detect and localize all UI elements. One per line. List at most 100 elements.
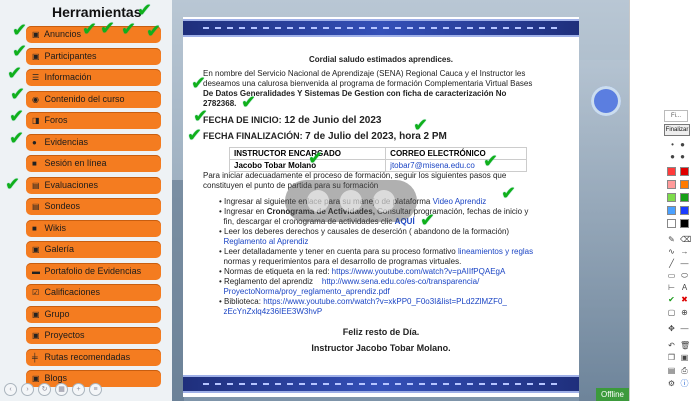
color-swatch[interactable] [667,180,676,189]
color-swatch[interactable] [680,167,689,176]
cross-tool-icon[interactable]: ✖ [680,295,689,304]
sidebar-item-label: Evaluaciones [44,180,99,190]
hline-icon[interactable]: — [680,324,689,333]
ellipse-icon[interactable]: ⬭ [680,271,689,280]
refresh-icon[interactable]: ↻ [38,383,51,396]
move-icon[interactable]: ✥ [667,324,676,333]
capture-icon[interactable]: ▣ [680,353,689,362]
checkmark-icon: ✔ [191,73,207,94]
play-icon[interactable] [340,190,362,212]
back-icon[interactable]: ‹ [4,383,17,396]
sidebar-item-rutas[interactable]: ╪ Rutas recomendadas [26,349,161,366]
color-swatch[interactable] [667,167,676,176]
info-icon[interactable]: ⓘ [680,379,689,388]
sidebar-item-wikis[interactable]: ■ Wikis [26,220,161,237]
sidebar-item-galeria[interactable]: ▣ Galería [26,241,161,258]
sidebar-item-sesion[interactable]: ■ Sesión en línea [26,155,161,172]
closing-line: Feliz resto de Día. [342,327,420,337]
sidebar-item-portafolio[interactable]: ▬ Portafolio de Evidencias [26,263,161,280]
sidebar-item-evidencias[interactable]: ● Evidencias [26,134,161,151]
status-tab[interactable]: Offline [596,388,629,401]
eraser-icon[interactable]: ⌫ [680,235,691,244]
color-swatch[interactable] [680,219,689,228]
checkmark-icon: ✔ [100,18,116,39]
sidebar-item-proyectos[interactable]: ▣ Proyectos [26,327,161,344]
check-tool-icon[interactable]: ✔ [667,295,676,304]
reglamento-pdf-link[interactable]: ProyectoNorma/proy_reglamento_aprendiz.p… [223,287,389,296]
color-swatch[interactable] [680,180,689,189]
dot-small-icon[interactable]: ● [668,152,677,161]
netiquette-link[interactable]: https://www.youtube.com/watch?v=pAIIfPQA… [332,267,506,276]
gear-icon[interactable]: ⚙ [667,379,676,388]
sidebar-item-informacion[interactable]: ☰ Información [26,69,161,86]
bullet-text: Leer los deberes derechos y causales de … [224,227,510,236]
select-icon[interactable]: ▢ [667,308,676,317]
checklist-icon: ▤ [32,181,40,190]
video-aprendiz-link[interactable]: Video Aprendiz [433,197,487,206]
zoom-icon[interactable]: + [72,383,85,396]
bottom-controls: ‹ › ↻ ▦ + ≡ [0,378,172,396]
minus-icon[interactable]: — [680,259,689,268]
line-icon[interactable]: ╱ [667,259,676,268]
lineamientos-link[interactable]: lineamientos y reglas [458,247,533,256]
footer-banner [183,375,579,393]
list-item: normas y requerimientos para el desarrol… [219,257,555,267]
reglamento-link[interactable]: Reglamento al Aprendiz [223,237,308,246]
briefcase-icon: ▬ [32,267,40,276]
color-swatch[interactable] [680,206,689,215]
sidebar-item-label: Wikis [44,223,67,233]
bullet-text: Biblioteca: [224,297,261,306]
finalize-button[interactable]: Finalizar [664,124,690,136]
sidebar-item-calificaciones[interactable]: ☑ Calificaciones [26,284,161,301]
trash-icon[interactable]: 🗑 [680,341,690,350]
poll-icon: ▤ [32,202,40,211]
reglamento-pdf-link[interactable]: http://www.sena.edu.co/es-co/transparenc… [322,277,479,286]
biblioteca-link[interactable]: zEcYnZxlq4z36IEE3W3hvP [223,307,322,316]
dot-large-icon[interactable]: ● [678,152,687,161]
pointer-icon[interactable]: • [668,140,677,149]
print-icon[interactable]: ⎙ [680,366,689,375]
undo-icon[interactable]: ↶ [667,341,676,350]
menu-icon[interactable]: ≡ [89,383,102,396]
color-swatch[interactable] [667,206,676,215]
palette-tab[interactable]: Fi... [664,110,688,122]
curve-icon[interactable]: ∿ [667,247,676,256]
ruler-icon[interactable]: ⊢ [667,283,676,292]
media-controls-overlay[interactable] [285,180,417,222]
rect-icon[interactable]: ▭ [667,271,676,280]
list-item: zEcYnZxlq4z36IEE3W3hvP [219,307,555,317]
color-swatch[interactable] [667,219,676,228]
list-icon: ☰ [32,73,40,82]
sidebar-item-evaluaciones[interactable]: ▤ Evaluaciones [26,177,161,194]
sidebar-item-foros[interactable]: ◨ Foros [26,112,161,129]
pen-icon[interactable]: ✎ [667,235,676,244]
biblioteca-link[interactable]: https://www.youtube.com/watch?v=xkPP0_F0… [263,297,507,306]
video-icon: ■ [32,159,37,168]
list-item: Reglamento al Aprendiz [219,237,555,247]
copy-icon[interactable]: ❐ [667,353,676,362]
checkmark-icon: ✔ [137,0,153,21]
forward-icon[interactable]: › [21,383,34,396]
sidebar-item-participantes[interactable]: ▣ Participantes [26,48,161,65]
sidebar-item-contenido[interactable]: ◉ Contenido del curso [26,91,161,108]
text-icon[interactable]: A [680,283,689,292]
bookmark-icon: ■ [32,224,37,233]
sidebar-title: Herramientas [52,4,142,20]
checkmark-icon: ✔ [12,20,28,41]
zoom-tool-icon[interactable]: ⊕ [680,308,689,317]
instructor-email-link[interactable]: jtobar7@misena.edu.co [385,159,527,172]
arrow-icon[interactable]: → [680,247,689,256]
sidebar-item-sondeos[interactable]: ▤ Sondeos [26,198,161,215]
forward-icon[interactable] [373,190,395,212]
dot-icon[interactable]: ● [678,140,687,149]
grid-icon[interactable]: ▦ [55,383,68,396]
checkmark-icon: ✔ [5,174,21,195]
sidebar-item-label: Galería [44,244,75,254]
color-swatch[interactable] [667,193,676,202]
rewind-icon[interactable] [307,190,329,212]
color-swatch[interactable] [680,193,689,202]
sidebar-item-label: Grupo [44,309,70,319]
save-icon[interactable]: ▤ [667,366,676,375]
sidebar-item-grupo[interactable]: ▣ Grupo [26,306,161,323]
checkmark-icon: ✔ [413,115,429,136]
